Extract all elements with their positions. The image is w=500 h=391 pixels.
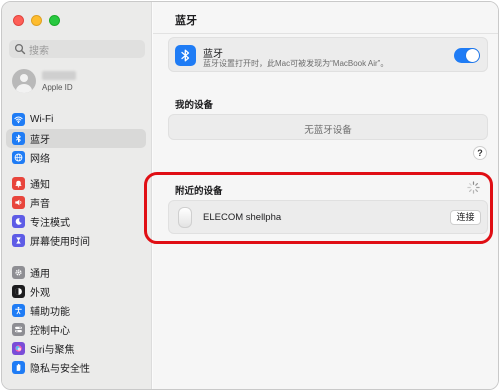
search-input[interactable]: 搜索 bbox=[9, 40, 145, 58]
help-button[interactable]: ? bbox=[473, 146, 487, 160]
bluetooth-icon bbox=[175, 45, 196, 66]
sidebar-item-hand[interactable]: 隐私与安全性 bbox=[6, 358, 146, 377]
sidebar-item-siri[interactable]: Siri与聚焦 bbox=[6, 339, 146, 358]
my-devices-list: 无蓝牙设备 bbox=[168, 114, 488, 140]
zoom-window-button[interactable] bbox=[49, 15, 60, 26]
bell-icon bbox=[12, 177, 25, 190]
account-name-blurred bbox=[42, 70, 76, 80]
sidebar-item-label: 通用 bbox=[30, 269, 50, 280]
sidebar-item-accessibility[interactable]: 辅助功能 bbox=[6, 301, 146, 320]
minimize-window-button[interactable] bbox=[31, 15, 42, 26]
loading-spinner-icon bbox=[467, 181, 480, 194]
account-subtitle: Apple ID bbox=[42, 82, 73, 92]
nearby-device-row: ELECOM shellpha 连接 bbox=[168, 200, 488, 234]
sidebar: 搜索 Apple ID Wi-Fi 蓝牙网络通知声音专注模式屏幕使用时间 通用外观辅… bbox=[2, 2, 152, 389]
control-center-icon bbox=[12, 323, 25, 336]
connect-button[interactable]: 连接 bbox=[450, 210, 481, 225]
sidebar-item-label: 通知 bbox=[30, 180, 50, 191]
empty-devices-text: 无蓝牙设备 bbox=[304, 125, 352, 136]
hand-icon bbox=[12, 361, 25, 374]
sidebar-item-label: Siri与聚焦 bbox=[30, 345, 75, 356]
accessibility-icon bbox=[12, 304, 25, 317]
sidebar-item-label: 声音 bbox=[30, 199, 50, 210]
sidebar-group-2: 通知声音专注模式屏幕使用时间 bbox=[6, 174, 146, 250]
nearby-devices-heading: 附近的设备 bbox=[175, 186, 223, 197]
device-name: ELECOM shellpha bbox=[203, 212, 282, 223]
apple-id-account[interactable]: Apple ID bbox=[12, 69, 76, 93]
sidebar-group-1: Wi-Fi 蓝牙网络 bbox=[6, 110, 146, 167]
sidebar-item-control-center[interactable]: 控制中心 bbox=[6, 320, 146, 339]
main-pane: 蓝牙 蓝牙 蓝牙设置打开时，此Mac可被发现为“MacBook Air”。 我的… bbox=[144, 2, 498, 389]
my-devices-heading: 我的设备 bbox=[175, 100, 214, 111]
sidebar-item-speaker[interactable]: 声音 bbox=[6, 193, 146, 212]
sidebar-item-label: 辅助功能 bbox=[30, 307, 70, 318]
sidebar-item-gear[interactable]: 通用 bbox=[6, 263, 146, 282]
sidebar-item-bluetooth[interactable]: 蓝牙 bbox=[6, 129, 146, 148]
sidebar-item-label: 专注模式 bbox=[30, 218, 70, 229]
siri-icon bbox=[12, 342, 25, 355]
bluetooth-icon bbox=[12, 132, 25, 145]
sidebar-item-label: Wi-Fi bbox=[30, 114, 54, 125]
close-window-button[interactable] bbox=[13, 15, 24, 26]
hourglass-icon bbox=[12, 234, 25, 247]
window-controls bbox=[13, 15, 60, 26]
sidebar-item-label: 隐私与安全性 bbox=[30, 364, 90, 375]
sidebar-item-label: 外观 bbox=[30, 288, 50, 299]
bluetooth-toggle[interactable] bbox=[454, 48, 480, 63]
search-placeholder: 搜索 bbox=[29, 45, 49, 57]
speaker-icon bbox=[12, 196, 25, 209]
sidebar-item-label: 控制中心 bbox=[30, 326, 70, 337]
wifi-icon bbox=[12, 113, 25, 126]
toggle-knob bbox=[466, 49, 479, 62]
appearance-icon bbox=[12, 285, 25, 298]
sidebar-item-label: 网络 bbox=[30, 154, 50, 165]
sidebar-item-wifi[interactable]: Wi-Fi bbox=[6, 110, 146, 129]
sidebar-item-label: 屏幕使用时间 bbox=[30, 237, 90, 248]
bluetooth-description: 蓝牙设置打开时，此Mac可被发现为“MacBook Air”。 bbox=[203, 59, 389, 68]
sidebar-item-appearance[interactable]: 外观 bbox=[6, 282, 146, 301]
bluetooth-card: 蓝牙 蓝牙设置打开时，此Mac可被发现为“MacBook Air”。 bbox=[168, 37, 488, 72]
globe-icon bbox=[12, 151, 25, 164]
toolbar: 蓝牙 bbox=[153, 2, 498, 34]
avatar bbox=[12, 69, 36, 93]
gear-icon bbox=[12, 266, 25, 279]
sidebar-group-3: 通用外观辅助功能控制中心 Siri与聚焦隐私与安全性 bbox=[6, 263, 146, 377]
moon-icon bbox=[12, 215, 25, 228]
sidebar-item-hourglass[interactable]: 屏幕使用时间 bbox=[6, 231, 146, 250]
search-icon bbox=[14, 43, 26, 55]
sidebar-item-moon[interactable]: 专注模式 bbox=[6, 212, 146, 231]
page-title: 蓝牙 bbox=[175, 15, 197, 27]
sidebar-item-bell[interactable]: 通知 bbox=[6, 174, 146, 193]
sidebar-item-label: 蓝牙 bbox=[30, 135, 50, 146]
mouse-device-icon bbox=[178, 207, 192, 228]
sidebar-item-globe[interactable]: 网络 bbox=[6, 148, 146, 167]
settings-window: 搜索 Apple ID Wi-Fi 蓝牙网络通知声音专注模式屏幕使用时间 通用外观辅… bbox=[1, 1, 499, 390]
